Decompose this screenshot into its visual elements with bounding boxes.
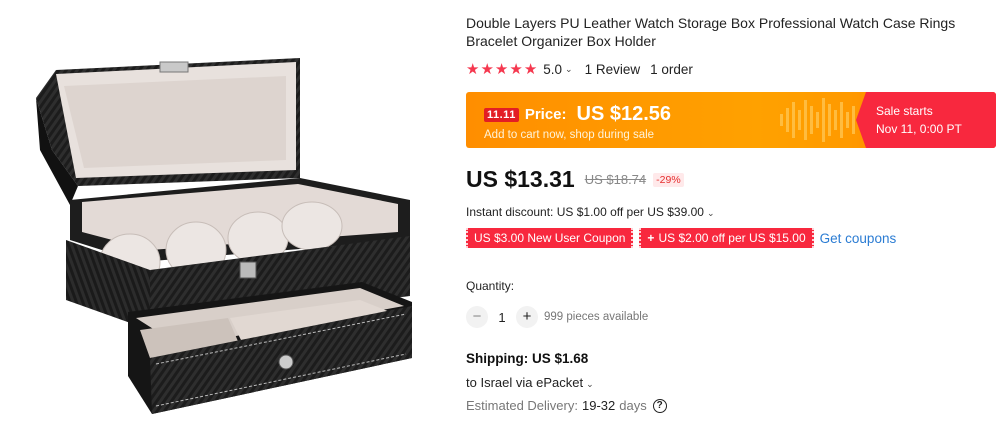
shipping-destination-text: to Israel via ePacket [466,375,584,390]
coupon-row: US $3.00 New User Coupon + US $2.00 off p… [466,228,896,248]
star-icon: ★ [480,60,494,78]
star-icon: ★ [509,60,523,78]
quantity-label: Quantity: [466,279,515,293]
promo-subtitle: Add to cart now, shop during sale [484,129,655,141]
promo-price-label: Price: [524,106,567,123]
instant-discount[interactable]: Instant discount: US $1.00 off per US $3… [466,205,726,219]
plus-icon: + [647,231,655,245]
shipping-destination[interactable]: to Israel via ePacket ⌄ [466,375,606,390]
rating-stars[interactable]: ★ ★ ★ ★ ★ [466,62,537,77]
product-title: Double Layers PU Leather Watch Storage B… [466,15,956,49]
chevron-down-icon: ⌄ [706,208,715,218]
quantity-stepper: − 1 + 999 pieces available [466,306,648,328]
chevron-down-icon[interactable]: ⌄ [565,64,573,75]
chevron-down-icon: ⌄ [586,379,594,389]
promo-price: US $12.56 [576,103,672,125]
original-price: US $18.74 [584,172,647,187]
promo-price-block: 11.11 Price: US $12.56 [484,103,671,126]
orders-count: 1 order [650,61,693,77]
delivery-days-unit: days [619,398,647,413]
shipping-cost: Shipping: US $1.68 [466,351,589,366]
new-user-coupon[interactable]: US $3.00 New User Coupon [466,228,634,248]
store-coupon-label: US $2.00 off per US $15.00 [658,231,806,245]
star-icon: ★ [523,60,538,78]
estimated-delivery: Estimated Delivery: 19-32 days ? [466,398,667,413]
store-coupon[interactable]: + US $2.00 off per US $15.00 [639,228,814,248]
pieces-available: 999 pieces available [544,311,649,323]
current-price: US $13.31 [466,166,575,192]
sale-starts-label: Sale starts [876,104,933,118]
sale-start-date: Nov 11, 0:00 PT [876,122,962,136]
product-image[interactable] [0,0,460,424]
sale-badge: 11.11 [484,107,519,122]
delivery-label: Estimated Delivery: [466,398,578,413]
watch-box-illustration [36,58,412,414]
increase-quantity-button[interactable]: + [516,306,538,328]
get-coupons-link[interactable]: Get coupons [820,231,897,246]
help-icon[interactable]: ? [652,398,667,413]
price-row: US $13.31 US $18.74 -29% [466,166,684,193]
sale-start-panel: Sale starts Nov 11, 0:00 PT [856,92,996,148]
decrease-quantity-button[interactable]: − [466,306,488,328]
rating-row: ★ ★ ★ ★ ★ 5.0 ⌄ 1 Review 1 order [466,60,693,78]
star-icon: ★ [466,60,480,78]
star-icon: ★ [494,60,509,78]
quantity-input[interactable]: 1 [488,310,516,325]
discount-badge: -29% [653,172,684,187]
rating-value[interactable]: 5.0 [543,62,562,77]
promo-banner: 11.11 Price: US $12.56 Add to cart now, … [466,92,996,148]
reviews-link[interactable]: 1 Review [585,62,641,77]
instant-discount-text: Instant discount: US $1.00 off per US $3… [466,205,704,219]
delivery-days: 19-32 [581,398,616,413]
